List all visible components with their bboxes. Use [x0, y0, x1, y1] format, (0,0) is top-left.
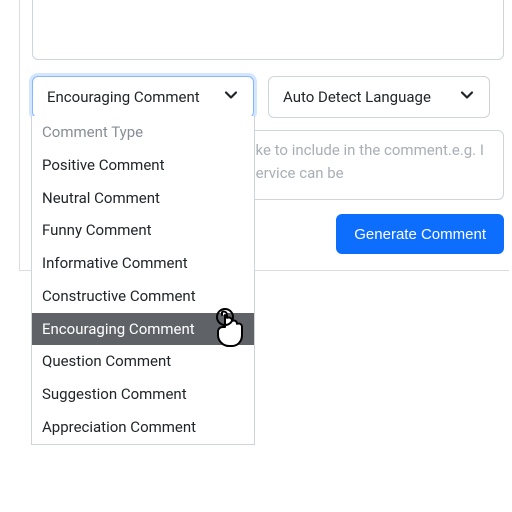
dropdown-option[interactable]: Funny Comment: [32, 214, 254, 247]
dropdown-option[interactable]: Informative Comment: [32, 247, 254, 280]
comment-type-dropdown[interactable]: Comment Type Positive CommentNeutral Com…: [31, 116, 255, 445]
post-content-textarea[interactable]: [32, 0, 504, 60]
dropdown-option[interactable]: Question Comment: [32, 345, 254, 378]
language-selected-label: Auto Detect Language: [283, 88, 431, 106]
selects-row: Encouraging Comment Auto Detect Language: [32, 76, 509, 118]
chevron-down-icon: [223, 87, 239, 107]
dropdown-option[interactable]: Neutral Comment: [32, 182, 254, 215]
dropdown-placeholder: Comment Type: [32, 116, 254, 149]
dropdown-option[interactable]: Appreciation Comment: [32, 411, 254, 444]
generate-comment-button[interactable]: Generate Comment: [336, 214, 504, 254]
dropdown-option[interactable]: Encouraging Comment: [32, 313, 254, 346]
dropdown-option[interactable]: Constructive Comment: [32, 280, 254, 313]
comment-type-selected-label: Encouraging Comment: [47, 88, 200, 106]
language-select[interactable]: Auto Detect Language: [268, 76, 490, 118]
dropdown-option[interactable]: Positive Comment: [32, 149, 254, 182]
chevron-down-icon: [459, 87, 475, 107]
dropdown-option[interactable]: Suggestion Comment: [32, 378, 254, 411]
comment-type-select[interactable]: Encouraging Comment: [32, 76, 254, 118]
